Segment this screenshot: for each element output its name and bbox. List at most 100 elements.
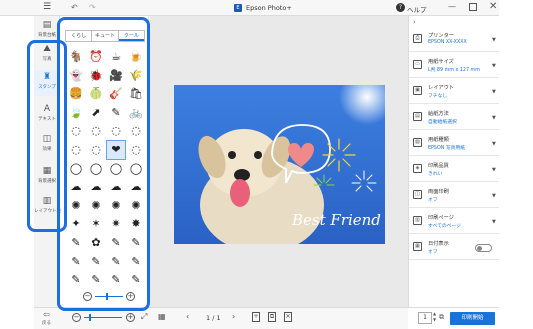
stamp-thumbnail[interactable]: 🍔 [67,85,85,103]
canvas-zoom-slider-thumb[interactable] [89,314,91,321]
chevron-down-icon[interactable]: ▼ [492,89,496,95]
tab-stamp-category[interactable]: クール [118,31,144,41]
stamp-thumbnail[interactable]: ◌ [67,122,85,140]
stamp-thumbnail[interactable]: ◌ [107,122,125,140]
stamp-thumbnail[interactable]: ◯ [127,160,145,178]
stamp-thumbnail[interactable]: 🐞 [87,67,105,85]
fit-to-screen-icon[interactable]: ⤢ [141,312,147,322]
zoom-in-icon[interactable]: + [126,292,135,301]
stamp-thumbnail[interactable]: 👻 [67,67,85,85]
print-button[interactable]: 印刷開始 [450,312,495,325]
rail-item-template[interactable]: ▤ 背景台紙 [34,18,60,44]
stamp-thumbnail[interactable]: ✎ [127,253,145,271]
stamp-thumbnail[interactable]: ☁ [87,178,105,196]
maximize-button[interactable] [469,3,477,11]
duplicate-page-icon[interactable]: ⧉ [268,312,276,322]
stamp-thumbnail[interactable]: 🌾 [127,67,145,85]
back-icon[interactable]: ⇦ [43,310,50,319]
canvas-zoom-in-icon[interactable]: + [126,313,135,322]
stamp-thumbnail[interactable]: ✎ [67,253,85,271]
stamp-thumbnail[interactable]: ◯ [87,160,105,178]
stamp-thumbnail[interactable]: ✺ [127,197,145,215]
rail-item-layout[interactable]: ▥ レイアウト設定 [34,194,66,220]
stamp-thumbnail[interactable]: ✦ [67,215,85,233]
chevron-down-icon[interactable]: ▼ [492,167,496,173]
back-label[interactable]: 戻る [42,320,51,326]
stamp-thumbnail[interactable]: 🚲 [127,104,145,122]
stamp-thumbnail[interactable]: 🍈 [87,85,105,103]
setting-date[interactable]: ▦ 日付表示 オフ [409,236,500,260]
canvas-zoom-out-icon[interactable]: − [72,313,81,322]
chevron-down-icon[interactable]: ▼ [492,193,496,199]
minimize-button[interactable]: — [448,2,456,11]
add-page-icon[interactable]: + [252,312,260,322]
help-label[interactable]: ヘルプ [407,4,427,14]
stamp-thumbnail[interactable]: ❤ [106,140,126,160]
stamp-thumbnail[interactable]: 🍺 [127,48,145,66]
date-toggle[interactable] [475,244,492,252]
tab-stamp-category[interactable]: くらし [66,31,93,41]
stamp-thumbnail[interactable]: ✺ [87,197,105,215]
stamp-thumbnail[interactable]: 🍃 [67,104,85,122]
stamp-thumbnail[interactable]: ☕ [107,48,125,66]
stamp-thumbnail[interactable]: ◯ [67,160,85,178]
stamp-thumbnail[interactable]: ☁ [67,178,85,196]
stamp-thumbnail[interactable]: ✎ [127,234,145,252]
copies-field[interactable]: 1 [418,312,432,324]
rail-item-text[interactable]: A テキスト [34,102,60,128]
thumbnail-size-slider-track[interactable] [95,296,123,297]
setting-layout[interactable]: ▣ レイアウト フチなし ▼ [409,80,500,104]
stamp-thumbnail[interactable]: ☁ [107,178,125,196]
stamp-thumbnail[interactable]: ⏰ [87,48,105,66]
stamp-thumbnail[interactable]: ◌ [127,141,145,159]
delete-page-icon[interactable]: ✕ [284,312,292,322]
chevron-down-icon[interactable]: ▼ [492,219,496,225]
rail-item-photo[interactable]: ⛰ 写真 [34,42,60,68]
stamp-thumbnail[interactable]: ◯ [107,160,125,178]
stamp-thumbnail[interactable]: ✎ [67,234,85,252]
setting-printer[interactable]: ⎙ プリンター EPSON XX-XXXX ▼ [409,28,500,52]
help-icon[interactable]: ? [396,3,405,12]
tab-stamp-category[interactable]: キュート [92,31,119,41]
stamp-thumbnail[interactable]: ⬈ [87,104,105,122]
stamp-thumbnail[interactable]: ✺ [67,197,85,215]
stamp-thumbnail[interactable]: ✎ [67,271,85,289]
next-page-icon[interactable]: › [232,312,235,321]
stamp-thumbnail[interactable]: ✎ [87,271,105,289]
stamp-thumbnail[interactable]: ☁ [127,178,145,196]
chevron-down-icon[interactable]: ▼ [492,63,496,69]
stamp-thumbnail[interactable]: 🎥 [107,67,125,85]
stamp-thumbnail[interactable]: 🐐 [67,48,85,66]
collapse-settings-icon[interactable]: › [413,18,416,26]
undo-icon[interactable]: ↶ [71,3,78,12]
stamp-thumbnail[interactable]: ◌ [127,122,145,140]
close-button[interactable]: ✕ [489,1,497,12]
stamp-thumbnail[interactable]: ✎ [107,104,125,122]
stamp-thumbnail[interactable]: ✎ [107,253,125,271]
zoom-out-icon[interactable]: − [83,292,92,301]
chevron-down-icon[interactable]: ▼ [492,37,496,43]
stamp-thumbnail[interactable]: ✺ [107,197,125,215]
stamp-thumbnail[interactable]: ◌ [87,141,105,159]
setting-paper-type[interactable]: ▧ 用紙種類 EPSON 写真用紙 ▼ [409,132,500,156]
setting-paper-size[interactable]: ▭ 用紙サイズ L判 89 mm x 127 mm ▼ [409,54,500,78]
setting-paper-feed[interactable]: ▤ 給紙方法 自動給紙選択 ▼ [409,106,500,130]
redo-icon[interactable]: ↷ [89,3,96,12]
grid-icon[interactable]: ▦ [158,312,166,321]
hamburger-menu-icon[interactable]: ☰ [43,3,51,12]
stamp-thumbnail[interactable]: ◌ [67,141,85,159]
setting-quality[interactable]: ◈ 印刷品質 きれい ▼ [409,158,500,182]
stamp-thumbnail[interactable]: ◌ [87,122,105,140]
photo-print-preview[interactable]: Best Friend [174,85,385,244]
stamp-thumbnail[interactable]: 🎸 [107,85,125,103]
chevron-down-icon[interactable]: ▼ [492,115,496,121]
stamp-thumbnail[interactable]: ✎ [127,271,145,289]
chevron-down-icon[interactable]: ▼ [492,141,496,147]
rail-item-background[interactable]: ▦ 背景選択 [34,164,60,190]
stamp-thumbnail[interactable]: ✸ [127,215,145,233]
thumbnail-size-slider-thumb[interactable] [106,293,108,300]
stamp-thumbnail[interactable]: ✎ [107,271,125,289]
setting-page-range[interactable]: ▥ 印刷ページ すべてのページ ▼ [409,210,500,234]
setting-duplex[interactable]: ◫ 両面印刷 オフ ▼ [409,184,500,208]
rail-item-frame[interactable]: ◫ 効果 [34,132,60,158]
